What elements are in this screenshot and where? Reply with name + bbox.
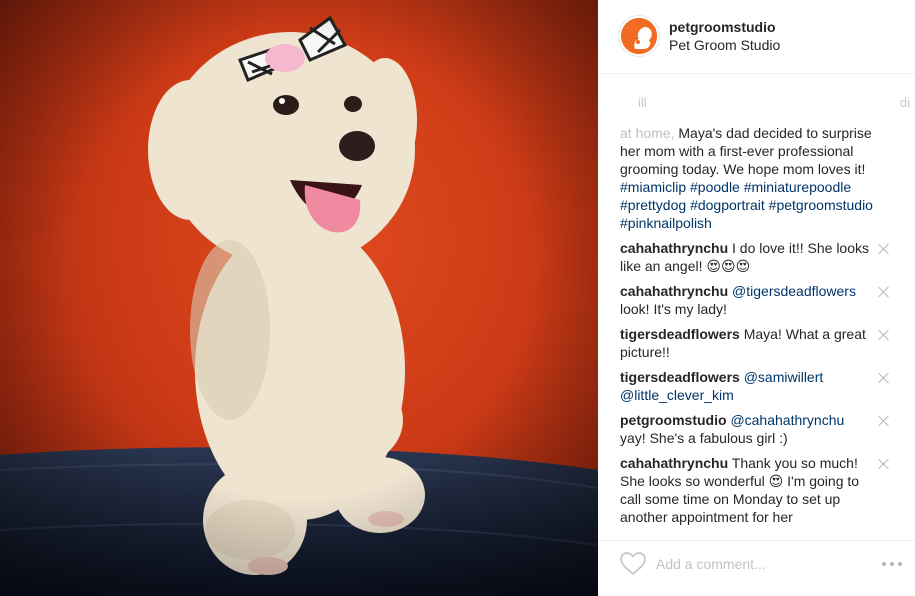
post-caption: at home, Maya's dad decided to surprise … xyxy=(620,124,882,232)
comment-item: tigersdeadflowers Maya! What a great pic… xyxy=(620,325,870,361)
comment-item: petgroomstudio @cahahathrynchu yay! She'… xyxy=(620,411,870,447)
hashtag-link[interactable]: #prettydog xyxy=(620,197,686,213)
hashtag-link[interactable]: #dogportrait xyxy=(690,197,765,213)
faded-text-right: di xyxy=(899,95,910,110)
hashtag-link[interactable]: #poodle xyxy=(690,179,740,195)
comment-item: cahahathrynchu Thank you so much! She lo… xyxy=(620,454,870,526)
comment-input[interactable] xyxy=(656,553,876,575)
faded-header-row: ill di xyxy=(620,95,910,115)
comment-item: cahahathrynchu I do love it!! She looks … xyxy=(620,239,870,275)
delete-comment-icon[interactable] xyxy=(878,286,890,298)
squirrel-logo-icon xyxy=(621,18,657,54)
hashtag-link[interactable]: #miamiclip xyxy=(620,179,686,195)
comments-list[interactable]: at home, Maya's dad decided to surprise … xyxy=(620,124,890,536)
delete-comment-icon[interactable] xyxy=(878,372,890,384)
post-modal: petgroomstudio Pet Groom Studio ill di a… xyxy=(0,0,915,596)
comment-text: yay! She's a fabulous girl :) xyxy=(620,430,788,446)
comment-author-link[interactable]: tigersdeadflowers xyxy=(620,326,740,342)
faded-text-left: ill xyxy=(638,95,647,110)
comment-author-link[interactable]: cahahathrynchu xyxy=(620,240,728,256)
hashtag-link[interactable]: #petgroomstudio xyxy=(769,197,873,213)
username-link[interactable]: petgroomstudio xyxy=(669,19,776,35)
comment-item: tigersdeadflowers @samiwillert @little_c… xyxy=(620,368,870,404)
comment-author-link[interactable]: cahahathrynchu xyxy=(620,455,728,471)
delete-comment-icon[interactable] xyxy=(878,415,890,427)
comment-author-link[interactable]: petgroomstudio xyxy=(620,412,727,428)
comment-item: cahahathrynchu @tigersdeadflowers look! … xyxy=(620,282,870,318)
post-footer xyxy=(598,540,915,596)
heart-icon[interactable] xyxy=(620,552,646,576)
hashtag-link[interactable]: #miniaturepoodle xyxy=(744,179,851,195)
post-image[interactable] xyxy=(0,0,598,596)
comment-text: look! It's my lady! xyxy=(620,301,727,317)
delete-comment-icon[interactable] xyxy=(878,458,890,470)
comment-mention-link[interactable]: @cahahathrynchu xyxy=(730,412,844,428)
comment-author-link[interactable]: cahahathrynchu xyxy=(620,283,728,299)
avatar[interactable] xyxy=(619,16,659,56)
poodle-photo xyxy=(0,0,598,596)
hashtag-list: #miamiclip #poodle #miniaturepoodle #pre… xyxy=(620,179,873,231)
post-sidebar: petgroomstudio Pet Groom Studio ill di a… xyxy=(598,0,915,596)
caption-faded-start: at home, xyxy=(620,125,675,141)
comment-author-link[interactable]: tigersdeadflowers xyxy=(620,369,740,385)
delete-comment-icon[interactable] xyxy=(878,243,890,255)
more-options-icon[interactable] xyxy=(880,562,906,568)
display-name: Pet Groom Studio xyxy=(669,37,781,53)
comment-mention-link[interactable]: @tigersdeadflowers xyxy=(732,283,856,299)
post-header: petgroomstudio Pet Groom Studio xyxy=(598,0,915,74)
delete-comment-icon[interactable] xyxy=(878,329,890,341)
hashtag-link[interactable]: #pinknailpolish xyxy=(620,215,712,231)
comment-items: cahahathrynchu I do love it!! She looks … xyxy=(620,239,890,526)
